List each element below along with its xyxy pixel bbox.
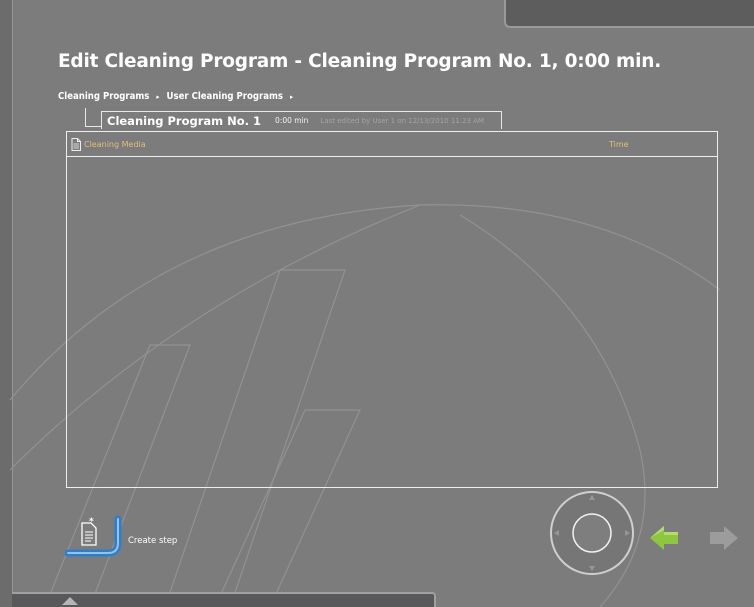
forward-arrow-icon <box>710 526 738 550</box>
chevron-up-icon[interactable] <box>62 597 78 605</box>
column-header-cleaning-media[interactable]: Cleaning Media <box>84 140 146 149</box>
frame-line <box>12 0 13 607</box>
svg-text:*: * <box>89 517 94 527</box>
breadcrumb-separator: ▸ <box>289 93 294 101</box>
back-arrow-icon[interactable] <box>650 524 680 552</box>
top-status-bar <box>504 0 754 28</box>
create-step-icon: * <box>65 515 122 557</box>
breadcrumb-item-cleaning-programs[interactable]: Cleaning Programs <box>58 91 149 102</box>
program-duration: 0:00 min <box>275 116 309 125</box>
last-edited-info: Last edited by User 1 on 12/13/2010 11:2… <box>320 116 485 125</box>
document-icon <box>71 138 81 151</box>
tree-connector-vertical <box>85 108 86 126</box>
program-header: Cleaning Program No. 1 0:00 min Last edi… <box>101 111 502 129</box>
breadcrumb: Cleaning Programs ▸ User Cleaning Progra… <box>58 91 297 102</box>
tree-connector-horizontal <box>85 126 102 127</box>
breadcrumb-item-user-cleaning-programs[interactable]: User Cleaning Programs <box>167 91 283 102</box>
left-frame-strip <box>0 0 12 607</box>
page-title: Edit Cleaning Program - Cleaning Program… <box>58 51 662 72</box>
program-name: Cleaning Program No. 1 <box>107 113 262 128</box>
table-header-row: Cleaning Media Time <box>67 132 717 157</box>
create-step-button[interactable]: * Create step <box>65 515 185 565</box>
joystick-icon[interactable] <box>549 490 635 576</box>
column-header-time[interactable]: Time <box>609 140 629 149</box>
breadcrumb-separator: ▸ <box>156 93 160 101</box>
create-step-label: Create step <box>128 536 178 546</box>
cleaning-steps-table: Cleaning Media Time <box>66 131 718 488</box>
